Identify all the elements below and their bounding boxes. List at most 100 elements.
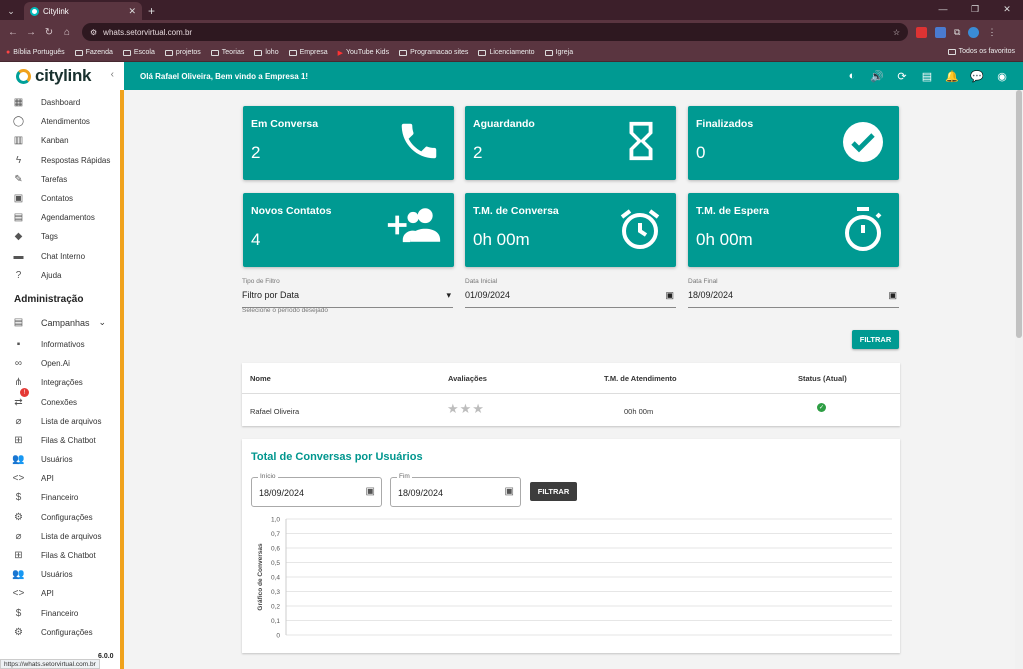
people-icon: 👥 [12,454,25,466]
filter-button[interactable]: FILTRAR [852,330,899,349]
extensions: ⧉ ⋮ [916,26,996,38]
restore-icon[interactable]: ❐ [959,0,991,18]
card-tm-conversa: T.M. de Conversa 0h 00m [465,193,676,267]
sidebar-item-agendamentos[interactable]: ▤ Agendamentos [0,208,120,227]
card-novos-contatos: Novos Contatos 4 [243,193,454,267]
folder-icon [122,49,131,56]
sidebar-item-api[interactable]: <> API [0,469,120,488]
sidebar-item-financeiro[interactable]: $ Financeiro [0,604,120,623]
bookmark-item[interactable]: ▶ YouTube Kids [338,49,389,57]
sidebar-item-chat-interno[interactable]: ▬ Chat Interno [0,247,120,266]
extensions-puzzle-icon[interactable]: ⧉ [954,27,960,38]
bookmark-item[interactable]: Fazenda [74,49,113,56]
theme-toggle-icon[interactable]: ◐ [845,69,859,83]
attach-icon: ⌀ [15,415,22,427]
refresh-icon[interactable]: ⟳ [895,69,909,83]
folder-icon [254,49,263,56]
bookmark-item[interactable]: projetos [164,49,201,56]
calendar-icon[interactable]: ▣ [505,486,514,497]
attendants-table: Nome Avaliações T.M. de Atendimento Stat… [242,363,900,426]
notifications-icon[interactable]: 🔔 [945,69,959,83]
tab-close-icon[interactable]: ✕ [128,6,136,17]
bookmark-item[interactable]: Programacao sites [399,49,468,56]
settings-icon: ⚙ [14,511,23,523]
y-tick-label: 0 [276,633,280,640]
extension-icon[interactable] [916,26,927,38]
bookmark-item[interactable]: loho [254,49,279,56]
volume-icon[interactable]: 🔊 [870,69,884,83]
filter-type-select[interactable]: Tipo de Filtro Filtro por Data ▾ [242,278,453,308]
messages-icon[interactable]: 💬 [970,69,984,83]
bookmark-item[interactable]: ● Bíblia Português [6,49,65,56]
sidebar-item-filas[interactable]: ⊞ Filas & Chatbot [0,431,120,450]
chart-start-date[interactable]: Início 18/09/2024 ▣ [251,473,382,507]
new-tab-icon[interactable]: + [148,2,155,20]
sidebar-item-informativos[interactable]: ▪ Informativos [0,335,120,354]
sidebar-item-openai[interactable]: ∞ Open.Ai [0,354,120,373]
sidebar-item-filas[interactable]: ⊞ Filas & Chatbot [0,546,120,565]
chat-icon[interactable]: ▤ [920,69,934,83]
sidebar-item-tarefas[interactable]: ✎ Tarefas [0,170,120,189]
bookmark-item[interactable]: Teorias [210,49,244,56]
tab-search-icon[interactable]: ⌄ [2,2,20,20]
add-group-icon [387,208,441,243]
event-icon: ▤ [13,317,24,329]
bookmark-star-icon[interactable]: ☆ [893,28,900,37]
check-circle-icon [843,122,883,162]
bookmark-item[interactable]: Empresa [288,49,328,56]
home-icon[interactable]: ⌂ [58,27,76,38]
all-bookmarks[interactable]: Todos os favoritos [947,48,1015,55]
minimize-icon[interactable]: — [927,0,959,18]
page-scrollbar[interactable] [1015,90,1023,669]
sidebar-item-usuarios[interactable]: 👥 Usuários [0,450,120,469]
brand-name: citylink [35,66,92,85]
forward-icon[interactable]: → [22,27,40,38]
flash-icon: ϟ [15,154,22,166]
bookmark-item[interactable]: Licenciamento [478,49,535,56]
sidebar-item-ajuda[interactable]: ? Ajuda [0,266,120,285]
sidebar-item-respostas[interactable]: ϟ Respostas Rápidas [0,151,120,170]
back-icon[interactable]: ← [4,27,22,38]
collapse-sidebar-icon[interactable]: ‹ [111,69,114,80]
attach-icon: ⌀ [15,530,22,542]
sidebar-item-dashboard[interactable]: ▦ Dashboard [0,93,120,112]
sidebar-item-conexoes[interactable]: ⇄! Conexões [0,388,120,411]
sidebar-item-atendimentos[interactable]: ◯ Atendimentos [0,112,120,131]
sidebar-item-lista-arquivos[interactable]: ⌀ Lista de arquivos [0,412,120,431]
bookmark-item[interactable]: Escola [122,49,155,56]
sidebar-item-configuracoes[interactable]: ⚙ Configurações [0,508,120,527]
chart-filter-button[interactable]: FILTRAR [530,482,577,501]
start-date-field[interactable]: Data Inicial 01/09/2024 ▣ [465,278,676,308]
browser-menu-icon[interactable]: ⋮ [987,27,996,38]
whatsapp-icon: ◯ [12,116,25,128]
calendar-icon[interactable]: ▣ [665,290,674,301]
tree-icon: ⊞ [14,434,23,446]
end-date-field[interactable]: Data Final 18/09/2024 ▣ [688,278,899,308]
sidebar-item-campanhas[interactable]: ▤ Campanhas ⌄ [0,311,120,335]
close-window-icon[interactable]: ✕ [991,0,1023,18]
card-aguardando: Aguardando 2 [465,106,676,180]
people-icon: 👥 [12,569,25,581]
calendar-icon[interactable]: ▣ [366,486,375,497]
profile-icon[interactable] [968,26,980,38]
site-info-icon[interactable]: ⚙ [90,28,97,37]
browser-tab[interactable]: Citylink ✕ [24,2,142,20]
sidebar-item-kanban[interactable]: ▥ Kanban [0,131,120,150]
chart-end-date[interactable]: Fim 18/09/2024 ▣ [390,473,521,507]
sidebar-item-financeiro[interactable]: $ Financeiro [0,488,120,507]
translate-icon[interactable] [935,26,946,38]
sidebar-item-usuarios[interactable]: 👥 Usuários [0,565,120,584]
sidebar-item-contatos[interactable]: ▣ Contatos [0,189,120,208]
reload-icon[interactable]: ↻ [40,27,58,38]
scrollbar-thumb[interactable] [1016,90,1022,338]
sidebar-item-configuracoes[interactable]: ⚙ Configurações [0,623,120,642]
bookmark-item[interactable]: Igreja [544,49,573,56]
address-bar[interactable]: ⚙ whats.setorvirtual.com.br ☆ [82,23,908,41]
sidebar-item-tags[interactable]: ◆ Tags [0,227,120,246]
tm-cell: 00h 00m [624,407,654,416]
sidebar-item-lista-arquivos[interactable]: ⌀ Lista de arquivos [0,527,120,546]
sidebar-item-integracoes[interactable]: ⋔ Integrações [0,373,120,392]
sidebar-item-api[interactable]: <> API [0,584,120,603]
calendar-icon[interactable]: ▣ [888,290,897,301]
account-icon[interactable]: ◉ [995,69,1009,83]
